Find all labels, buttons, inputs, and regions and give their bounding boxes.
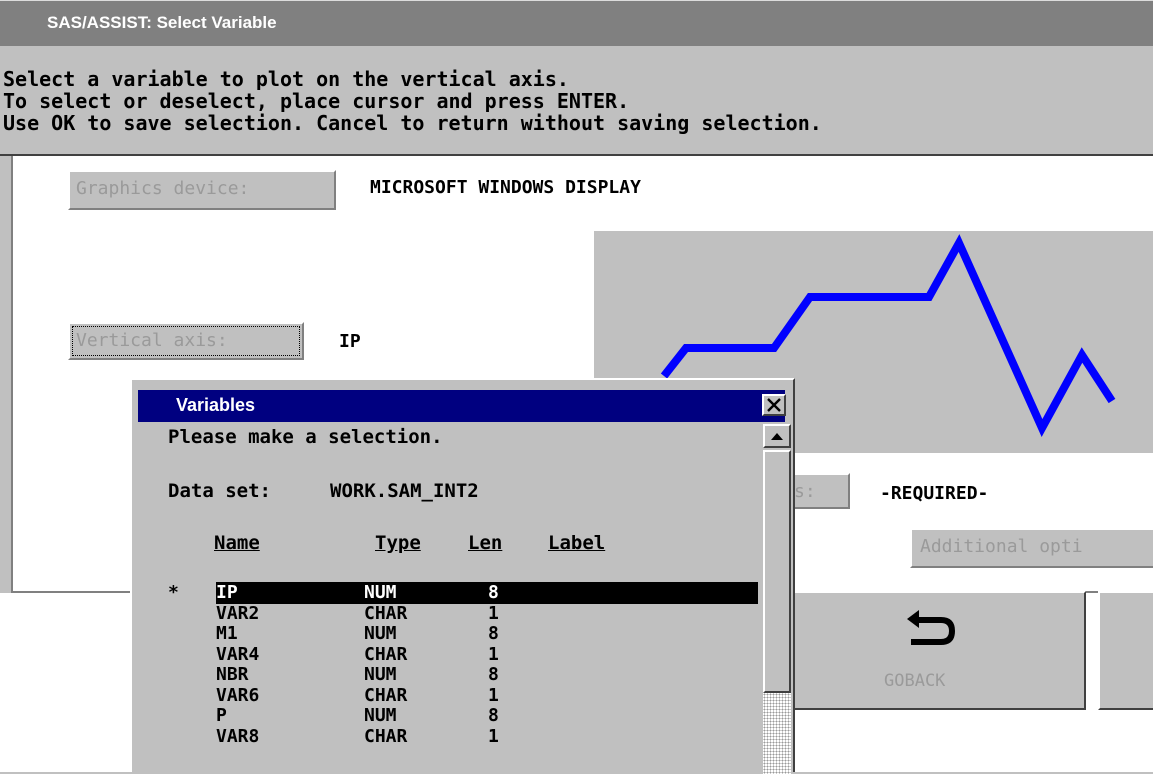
instruction-line: Select a variable to plot on the vertica… xyxy=(3,67,569,91)
row-len: 8 xyxy=(488,705,499,726)
instructions-panel: Select a variable to plot on the vertica… xyxy=(0,46,1153,156)
column-header-type: Type xyxy=(375,532,421,554)
column-header-name: Name xyxy=(214,532,260,554)
dialog-title-bar: Variables xyxy=(138,390,786,422)
row-type: NUM xyxy=(364,664,397,685)
table-row[interactable]: VAR8 CHAR 1 xyxy=(138,726,758,748)
row-type: CHAR xyxy=(364,643,408,665)
dialog-body: Please make a selection. Data set: WORK.… xyxy=(138,422,763,774)
arrow-up-icon xyxy=(771,433,783,440)
vertical-axis-button[interactable]: Vertical axis: xyxy=(68,322,304,360)
table-row[interactable]: NBR NUM 8 xyxy=(138,664,758,686)
scroll-track[interactable] xyxy=(763,693,791,774)
goback-label: GOBACK xyxy=(884,671,946,691)
instruction-line: Use OK to save selection. Cancel to retu… xyxy=(3,111,822,135)
row-name: P xyxy=(216,705,227,726)
instruction-line: To select or deselect, place cursor and … xyxy=(3,89,630,113)
variables-dialog: Variables Please make a selection. Data … xyxy=(130,378,795,774)
partial-action-button[interactable] xyxy=(1098,591,1153,710)
table-row[interactable]: VAR4 CHAR 1 xyxy=(138,644,758,666)
dataset-label: Data set: xyxy=(168,480,271,502)
row-type: CHAR xyxy=(364,684,408,706)
additional-options-button[interactable]: Additional opti xyxy=(910,528,1153,568)
goback-arrow-icon xyxy=(907,610,955,645)
dialog-title: Variables xyxy=(176,395,256,415)
scroll-thumb[interactable] xyxy=(763,450,791,693)
row-name: VAR6 xyxy=(216,684,260,706)
row-len: 8 xyxy=(488,623,499,644)
row-name: NBR xyxy=(216,664,249,685)
dataset-value: WORK.SAM_INT2 xyxy=(330,480,479,502)
row-type: CHAR xyxy=(364,602,408,624)
column-header-label: Label xyxy=(548,532,606,554)
window-title-bar: SAS/ASSIST: Select Variable xyxy=(0,0,1153,47)
graphics-device-value: MICROSOFT WINDOWS DISPLAY xyxy=(370,177,641,198)
vertical-axis-value: IP xyxy=(339,331,361,352)
close-button[interactable] xyxy=(762,394,786,416)
scroll-up-button[interactable] xyxy=(763,424,791,448)
column-header-len: Len xyxy=(468,532,503,554)
table-row[interactable]: VAR2 CHAR 1 xyxy=(138,603,758,625)
row-len: 1 xyxy=(488,643,499,665)
row-type: CHAR xyxy=(364,725,408,747)
table-row[interactable]: * IP NUM 8 xyxy=(138,582,758,604)
selection-highlight xyxy=(216,582,758,604)
close-icon xyxy=(767,398,781,412)
row-len: 8 xyxy=(488,582,499,603)
row-name: VAR4 xyxy=(216,643,260,665)
table-row[interactable]: M1 NUM 8 xyxy=(138,623,758,645)
row-name: M1 xyxy=(216,623,238,644)
row-type: NUM xyxy=(364,705,397,726)
vertical-scrollbar[interactable] xyxy=(763,424,791,774)
graphics-device-button[interactable]: Graphics device: xyxy=(68,170,336,210)
row-name: VAR8 xyxy=(216,725,260,747)
table-row[interactable]: P NUM 8 xyxy=(138,705,758,727)
row-len: 1 xyxy=(488,684,499,706)
table-row[interactable]: VAR6 CHAR 1 xyxy=(138,685,758,707)
row-type: NUM xyxy=(364,582,397,603)
row-len: 1 xyxy=(488,602,499,624)
row-name: VAR2 xyxy=(216,602,260,624)
goback-button[interactable]: GOBACK xyxy=(790,591,1086,710)
row-len: 1 xyxy=(488,725,499,747)
row-name: IP xyxy=(216,582,238,603)
row-mark: * xyxy=(168,582,179,603)
dialog-prompt: Please make a selection. xyxy=(168,426,443,448)
horizontal-axis-value: -REQUIRED- xyxy=(880,483,989,504)
row-len: 8 xyxy=(488,664,499,685)
window-title: SAS/ASSIST: Select Variable xyxy=(47,13,277,32)
row-type: NUM xyxy=(364,623,397,644)
